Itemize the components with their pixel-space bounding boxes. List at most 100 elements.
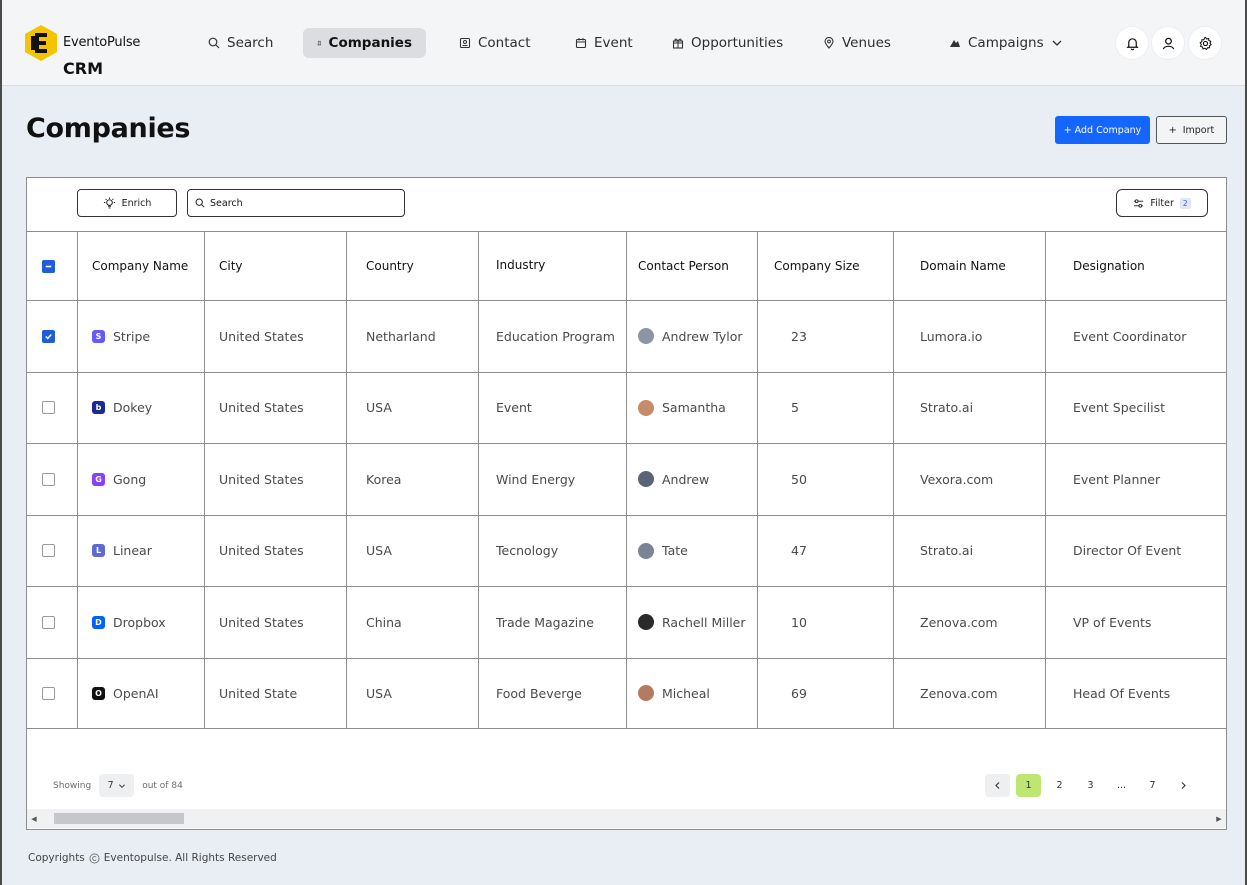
contact-person-name: Micheal (662, 685, 710, 701)
row-checkbox[interactable] (42, 686, 55, 700)
nav-venues[interactable]: Venues (809, 28, 905, 58)
enrich-button[interactable]: Enrich (77, 189, 177, 217)
column-header-company-size[interactable]: Company Size (757, 232, 894, 300)
table-body: S Stripe United States Netharland Education … (27, 300, 1226, 729)
column-header-company-name[interactable]: Company Name (77, 232, 204, 300)
chevron-left-icon (995, 782, 1000, 789)
row-checkbox[interactable] (42, 401, 55, 415)
table-row[interactable]: S Stripe United States Netharland Education … (27, 300, 1226, 372)
nav-companies[interactable]: Companies (303, 28, 426, 58)
company-name: Stripe (113, 328, 151, 344)
nav-opportunities[interactable]: Opportunities (658, 28, 797, 58)
designation-cell: Head Of Events (1045, 658, 1226, 728)
column-header-country[interactable]: Country (346, 232, 479, 300)
company-name-cell[interactable]: L Linear (77, 515, 204, 586)
page-number-button[interactable]: 1 (1016, 774, 1041, 797)
table-row[interactable]: b Dokey United States USA Event Samantha 5 Stra… (27, 371, 1226, 443)
contact-person-name: Samantha (662, 400, 726, 416)
table-search-box[interactable] (187, 189, 405, 217)
contact-person-cell[interactable]: Andrew Tylor (626, 301, 757, 372)
company-name-cell[interactable]: G Gong (77, 444, 204, 515)
column-header-contact-person[interactable]: Contact Person (626, 232, 757, 300)
designation-cell: Event Coordinator (1045, 301, 1226, 372)
designation-cell: Event Specilist (1045, 372, 1226, 443)
company-name-cell[interactable]: b Dokey (77, 372, 204, 443)
campaign-icon (950, 40, 960, 47)
scroll-right-arrow[interactable]: ▶ (1212, 809, 1226, 828)
contact-person-cell[interactable]: Rachell Miller (626, 587, 757, 658)
country-cell: USA (346, 515, 479, 586)
showing-label: Showing (53, 780, 92, 791)
row-checkbox[interactable] (42, 544, 55, 558)
user-icon (1162, 37, 1174, 49)
check-icon (45, 333, 52, 340)
import-button[interactable]: + Import (1156, 116, 1227, 144)
minus-icon (45, 265, 52, 267)
company-logo-icon: b (92, 401, 105, 415)
profile-button[interactable] (1152, 27, 1184, 59)
import-label: Import (1182, 124, 1215, 136)
company-size-value: 10 (791, 614, 807, 630)
notifications-button[interactable] (1116, 27, 1148, 59)
contact-person-cell[interactable]: Micheal (626, 658, 757, 728)
nav-event[interactable]: Event (561, 28, 647, 58)
nav-campaigns[interactable]: Campaigns (935, 28, 1077, 58)
page-size-control: Showing 7 out of 84 (53, 774, 183, 797)
filter-button[interactable]: Filter 2 (1116, 189, 1208, 217)
enrich-label: Enrich (121, 197, 152, 209)
row-checkbox[interactable] (42, 472, 55, 486)
company-name-cell[interactable]: O OpenAI (77, 658, 204, 728)
search-icon (195, 198, 205, 208)
row-select-cell (27, 516, 78, 587)
gear-icon (1198, 36, 1212, 50)
table-row[interactable]: O OpenAI United State USA Food Beverge Michea… (27, 657, 1226, 729)
chevron-down-icon (118, 783, 125, 788)
table-search-input[interactable] (210, 197, 390, 209)
avatar (638, 685, 654, 702)
domain-name-cell: Strato.ai (893, 515, 1046, 586)
table-row[interactable]: G Gong United States Korea Wind Energy Andrew… (27, 443, 1226, 515)
column-header-domain-name[interactable]: Domain Name (893, 232, 1046, 300)
next-page-button[interactable] (1171, 774, 1196, 797)
contact-person-cell[interactable]: Andrew (626, 444, 757, 515)
nav-campaigns-label: Campaigns (968, 35, 1044, 51)
footer-text: Eventopulse. All Rights Reserved (103, 852, 277, 864)
scrollbar-thumb[interactable] (54, 813, 184, 824)
table-row[interactable]: D Dropbox United States China Trade Magazine… (27, 586, 1226, 658)
nav-search[interactable]: Search (194, 28, 287, 58)
settings-button[interactable] (1189, 27, 1221, 59)
add-company-button[interactable]: + Add Company (1055, 116, 1150, 144)
contact-person-cell[interactable]: Samantha (626, 372, 757, 443)
company-logo-icon: S (92, 329, 105, 343)
column-header-industry[interactable]: Industry (478, 232, 626, 300)
chevron-down-icon (1052, 40, 1062, 46)
column-header-city[interactable]: City (204, 232, 347, 300)
table-row[interactable]: L Linear United States USA Tecnology Tate 47 St… (27, 514, 1226, 587)
industry-cell: Event (478, 372, 626, 443)
horizontal-scrollbar[interactable]: ◀ ▶ (27, 809, 1226, 828)
previous-page-button[interactable] (985, 774, 1010, 797)
column-header-designation[interactable]: Designation (1045, 232, 1226, 300)
total-count-label: out of 84 (142, 780, 183, 791)
company-name-cell[interactable]: S Stripe (77, 301, 204, 372)
contact-person-cell[interactable]: Tate (626, 515, 757, 586)
row-checkbox[interactable] (42, 329, 55, 343)
row-checkbox[interactable] (42, 615, 55, 629)
designation-cell: Event Planner (1045, 444, 1226, 515)
company-name-cell[interactable]: D Dropbox (77, 587, 204, 658)
page-numbers: 1 2 3... 7 (1016, 774, 1165, 797)
eventopulse-logo-icon[interactable] (24, 24, 58, 62)
page-number-button[interactable]: 3 (1078, 774, 1103, 797)
page-size-select[interactable]: 7 (99, 774, 135, 797)
domain-name-cell: Zenova.com (893, 587, 1046, 658)
scroll-left-arrow[interactable]: ◀ (27, 809, 41, 828)
domain-name-cell: Vexora.com (893, 444, 1046, 515)
nav-contact[interactable]: Contact (445, 28, 545, 58)
select-all-checkbox[interactable] (42, 259, 55, 273)
page-number-button[interactable]: 2 (1047, 774, 1072, 797)
page-size-value: 7 (107, 780, 114, 791)
row-select-cell (27, 587, 78, 658)
company-logo-icon: G (92, 472, 105, 486)
page-number-button[interactable]: 7 (1140, 774, 1165, 797)
avatar (638, 399, 654, 416)
